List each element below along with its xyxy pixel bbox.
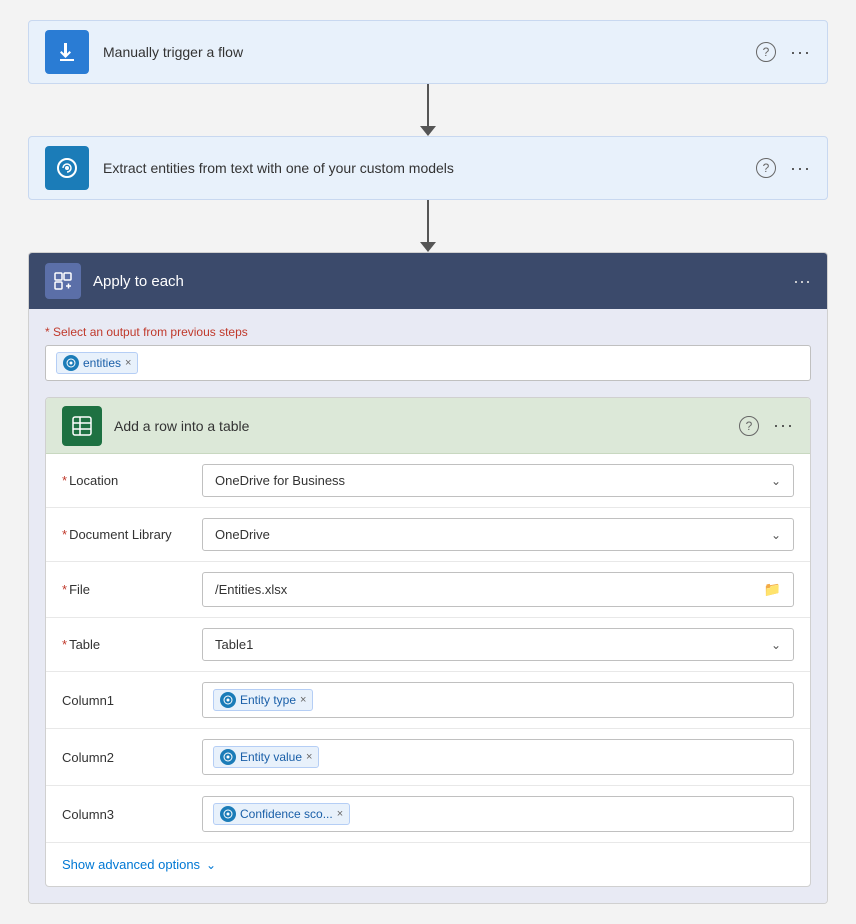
- apply-each-container: Apply to each ··· * Select an output fro…: [28, 252, 828, 904]
- add-row-body: *Location OneDrive for Business ⌄ *Doc: [46, 454, 810, 886]
- output-input-box[interactable]: entities ×: [45, 345, 811, 381]
- arrow-line-1: [427, 84, 429, 126]
- document-library-dropdown[interactable]: OneDrive ⌄: [202, 518, 794, 551]
- column2-token-close[interactable]: ×: [306, 751, 312, 763]
- column2-input[interactable]: Entity value ×: [202, 739, 794, 775]
- show-advanced-text: Show advanced options: [62, 857, 200, 872]
- add-row-title: Add a row into a table: [114, 418, 739, 434]
- show-advanced-chevron-icon: ⌄: [206, 858, 216, 872]
- apply-each-header: Apply to each ···: [29, 253, 827, 309]
- column1-token-icon: [220, 692, 236, 708]
- column2-value: Entity value ×: [202, 739, 794, 775]
- manual-trigger-icon: [45, 30, 89, 74]
- location-dropdown-arrow: ⌄: [771, 474, 781, 488]
- manual-trigger-title: Manually trigger a flow: [103, 44, 756, 60]
- extract-entities-more-icon[interactable]: ···: [790, 158, 811, 179]
- column3-token-label: Confidence sco...: [240, 807, 333, 821]
- file-folder-icon: 📁: [764, 581, 781, 598]
- add-row-icon: [62, 406, 102, 446]
- manual-trigger-help-icon[interactable]: ?: [756, 42, 776, 62]
- column3-token: Confidence sco... ×: [213, 803, 350, 825]
- extract-entities-block: Extract entities from text with one of y…: [28, 136, 828, 200]
- column2-token-label: Entity value: [240, 750, 302, 764]
- file-text-field[interactable]: /Entities.xlsx 📁: [202, 572, 794, 607]
- apply-each-title: Apply to each: [93, 273, 793, 290]
- table-value: Table1 ⌄: [202, 628, 794, 661]
- flow-container: Manually trigger a flow ? ··· Extract en…: [28, 20, 828, 904]
- document-library-field-row: *Document Library OneDrive ⌄: [46, 508, 810, 562]
- column3-input[interactable]: Confidence sco... ×: [202, 796, 794, 832]
- select-output-label: * Select an output from previous steps: [45, 325, 811, 339]
- document-library-dropdown-value: OneDrive: [215, 527, 270, 542]
- column1-label: Column1: [62, 693, 202, 708]
- column1-input[interactable]: Entity type ×: [202, 682, 794, 718]
- column3-value: Confidence sco... ×: [202, 796, 794, 832]
- table-label: *Table: [62, 637, 202, 652]
- manual-trigger-actions: ? ···: [756, 42, 811, 63]
- table-dropdown-value: Table1: [215, 637, 253, 652]
- arrow-1: [420, 84, 436, 136]
- extract-entities-actions: ? ···: [756, 158, 811, 179]
- document-library-label: *Document Library: [62, 527, 202, 542]
- column2-field-row: Column2 Ent: [46, 729, 810, 786]
- column1-token-label: Entity type: [240, 693, 296, 707]
- file-label: *File: [62, 582, 202, 597]
- location-value: OneDrive for Business ⌄: [202, 464, 794, 497]
- location-label: *Location: [62, 473, 202, 488]
- document-library-value: OneDrive ⌄: [202, 518, 794, 551]
- show-advanced-options[interactable]: Show advanced options ⌄: [46, 843, 810, 886]
- column3-field-row: Column3 Con: [46, 786, 810, 843]
- manual-trigger-block: Manually trigger a flow ? ···: [28, 20, 828, 84]
- entities-token-close[interactable]: ×: [125, 357, 131, 369]
- entities-token-label: entities: [83, 356, 121, 370]
- location-field-row: *Location OneDrive for Business ⌄: [46, 454, 810, 508]
- column2-token: Entity value ×: [213, 746, 319, 768]
- extract-entities-help-icon[interactable]: ?: [756, 158, 776, 178]
- add-row-actions: ? ···: [739, 415, 794, 436]
- column1-token: Entity type ×: [213, 689, 313, 711]
- column2-label: Column2: [62, 750, 202, 765]
- apply-each-icon: [45, 263, 81, 299]
- column3-token-icon: [220, 806, 236, 822]
- table-field-row: *Table Table1 ⌄: [46, 618, 810, 672]
- location-dropdown[interactable]: OneDrive for Business ⌄: [202, 464, 794, 497]
- file-field-row: *File /Entities.xlsx 📁: [46, 562, 810, 618]
- column1-field-row: Column1 Ent: [46, 672, 810, 729]
- arrow-head-2: [420, 242, 436, 252]
- add-row-help-icon[interactable]: ?: [739, 416, 759, 436]
- add-row-block: Add a row into a table ? ··· *Location: [45, 397, 811, 887]
- entities-token-icon: [63, 355, 79, 371]
- file-text-value: /Entities.xlsx: [215, 582, 287, 597]
- manual-trigger-more-icon[interactable]: ···: [790, 42, 811, 63]
- apply-each-body: * Select an output from previous steps e…: [29, 309, 827, 903]
- table-dropdown[interactable]: Table1 ⌄: [202, 628, 794, 661]
- arrow-2: [420, 200, 436, 252]
- add-row-header: Add a row into a table ? ···: [46, 398, 810, 454]
- entities-token: entities ×: [56, 352, 138, 374]
- extract-entities-title: Extract entities from text with one of y…: [103, 160, 756, 176]
- column2-token-icon: [220, 749, 236, 765]
- arrow-head-1: [420, 126, 436, 136]
- document-library-dropdown-arrow: ⌄: [771, 528, 781, 542]
- add-row-more-icon[interactable]: ···: [773, 415, 794, 436]
- column3-label: Column3: [62, 807, 202, 822]
- column1-token-close[interactable]: ×: [300, 694, 306, 706]
- column1-value: Entity type ×: [202, 682, 794, 718]
- file-value: /Entities.xlsx 📁: [202, 572, 794, 607]
- table-dropdown-arrow: ⌄: [771, 638, 781, 652]
- arrow-line-2: [427, 200, 429, 242]
- column3-token-close[interactable]: ×: [337, 808, 343, 820]
- apply-each-more-icon[interactable]: ···: [793, 271, 811, 292]
- extract-entities-icon: [45, 146, 89, 190]
- location-dropdown-value: OneDrive for Business: [215, 473, 345, 488]
